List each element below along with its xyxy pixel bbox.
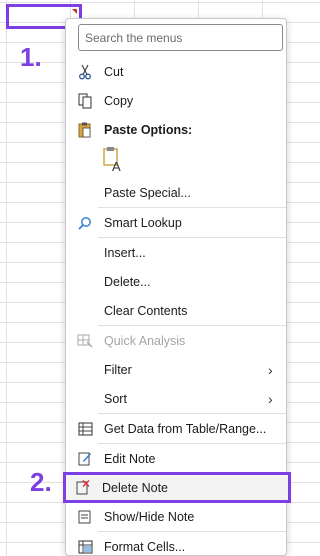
copy-icon xyxy=(66,92,104,109)
paste-keep-source-icon[interactable]: A xyxy=(102,146,126,177)
menu-item-label: Clear Contents xyxy=(104,303,188,318)
menu-item-label: Insert... xyxy=(104,245,146,260)
search-menus-input[interactable] xyxy=(78,24,283,51)
paste-option-row: A xyxy=(66,144,286,178)
paste-icon xyxy=(66,122,104,138)
menu-item-label: Format Cells... xyxy=(104,539,186,554)
menu-item-clear-contents[interactable]: Clear Contents xyxy=(66,296,286,325)
menu-item-cut[interactable]: Cut xyxy=(66,57,286,86)
menu-item-label: Edit Note xyxy=(104,451,156,466)
svg-text:A: A xyxy=(112,159,121,172)
menu-item-label: Delete... xyxy=(104,274,151,289)
menu-item-label: Quick Analysis xyxy=(104,333,186,348)
menu-item-label: Paste Special... xyxy=(104,185,191,200)
edit-note-icon xyxy=(66,451,104,466)
menu-item-paste-special[interactable]: Paste Special... xyxy=(66,178,286,207)
menu-item-insert[interactable]: Insert... xyxy=(66,238,286,267)
context-menu: Cut Copy Paste Options: A Paste Special.… xyxy=(63,18,291,556)
scissors-icon xyxy=(66,64,104,80)
chevron-right-icon: › xyxy=(268,390,273,407)
menu-item-edit-note[interactable]: Edit Note xyxy=(66,444,286,473)
menu-item-sort[interactable]: Sort › xyxy=(66,384,286,413)
magnifier-icon xyxy=(66,216,104,230)
menu-item-show-hide-note[interactable]: Show/Hide Note xyxy=(66,502,286,531)
menu-item-delete[interactable]: Delete... xyxy=(66,267,286,296)
menu-item-delete-note[interactable]: Delete Note xyxy=(63,472,291,503)
chevron-right-icon: › xyxy=(268,361,273,378)
delete-note-icon xyxy=(64,480,102,495)
menu-item-label: Filter xyxy=(104,362,132,377)
menu-item-copy[interactable]: Copy xyxy=(66,86,286,115)
menu-item-get-data[interactable]: Get Data from Table/Range... xyxy=(66,414,286,443)
menu-item-label: Copy xyxy=(104,93,134,108)
menu-item-label: Cut xyxy=(104,64,124,79)
menu-item-paste-options: Paste Options: xyxy=(66,115,286,144)
menu-item-label: Delete Note xyxy=(102,480,169,495)
table-icon xyxy=(66,421,104,436)
menu-item-smart-lookup[interactable]: Smart Lookup xyxy=(66,208,286,237)
menu-item-filter[interactable]: Filter › xyxy=(66,355,286,384)
menu-item-label: Show/Hide Note xyxy=(104,509,195,524)
menu-item-label: Smart Lookup xyxy=(104,215,182,230)
show-hide-note-icon xyxy=(66,509,104,524)
menu-item-quick-analysis: Quick Analysis xyxy=(66,326,286,355)
menu-item-label: Sort xyxy=(104,391,127,406)
menu-item-format-cells[interactable]: Format Cells... xyxy=(66,532,286,556)
step-label-one: 1. xyxy=(20,42,42,72)
menu-item-label: Paste Options: xyxy=(104,122,193,137)
format-cells-icon xyxy=(66,539,104,554)
quick-analysis-icon xyxy=(66,334,104,348)
step-label-two: 2. xyxy=(30,467,52,497)
menu-item-label: Get Data from Table/Range... xyxy=(104,421,267,436)
